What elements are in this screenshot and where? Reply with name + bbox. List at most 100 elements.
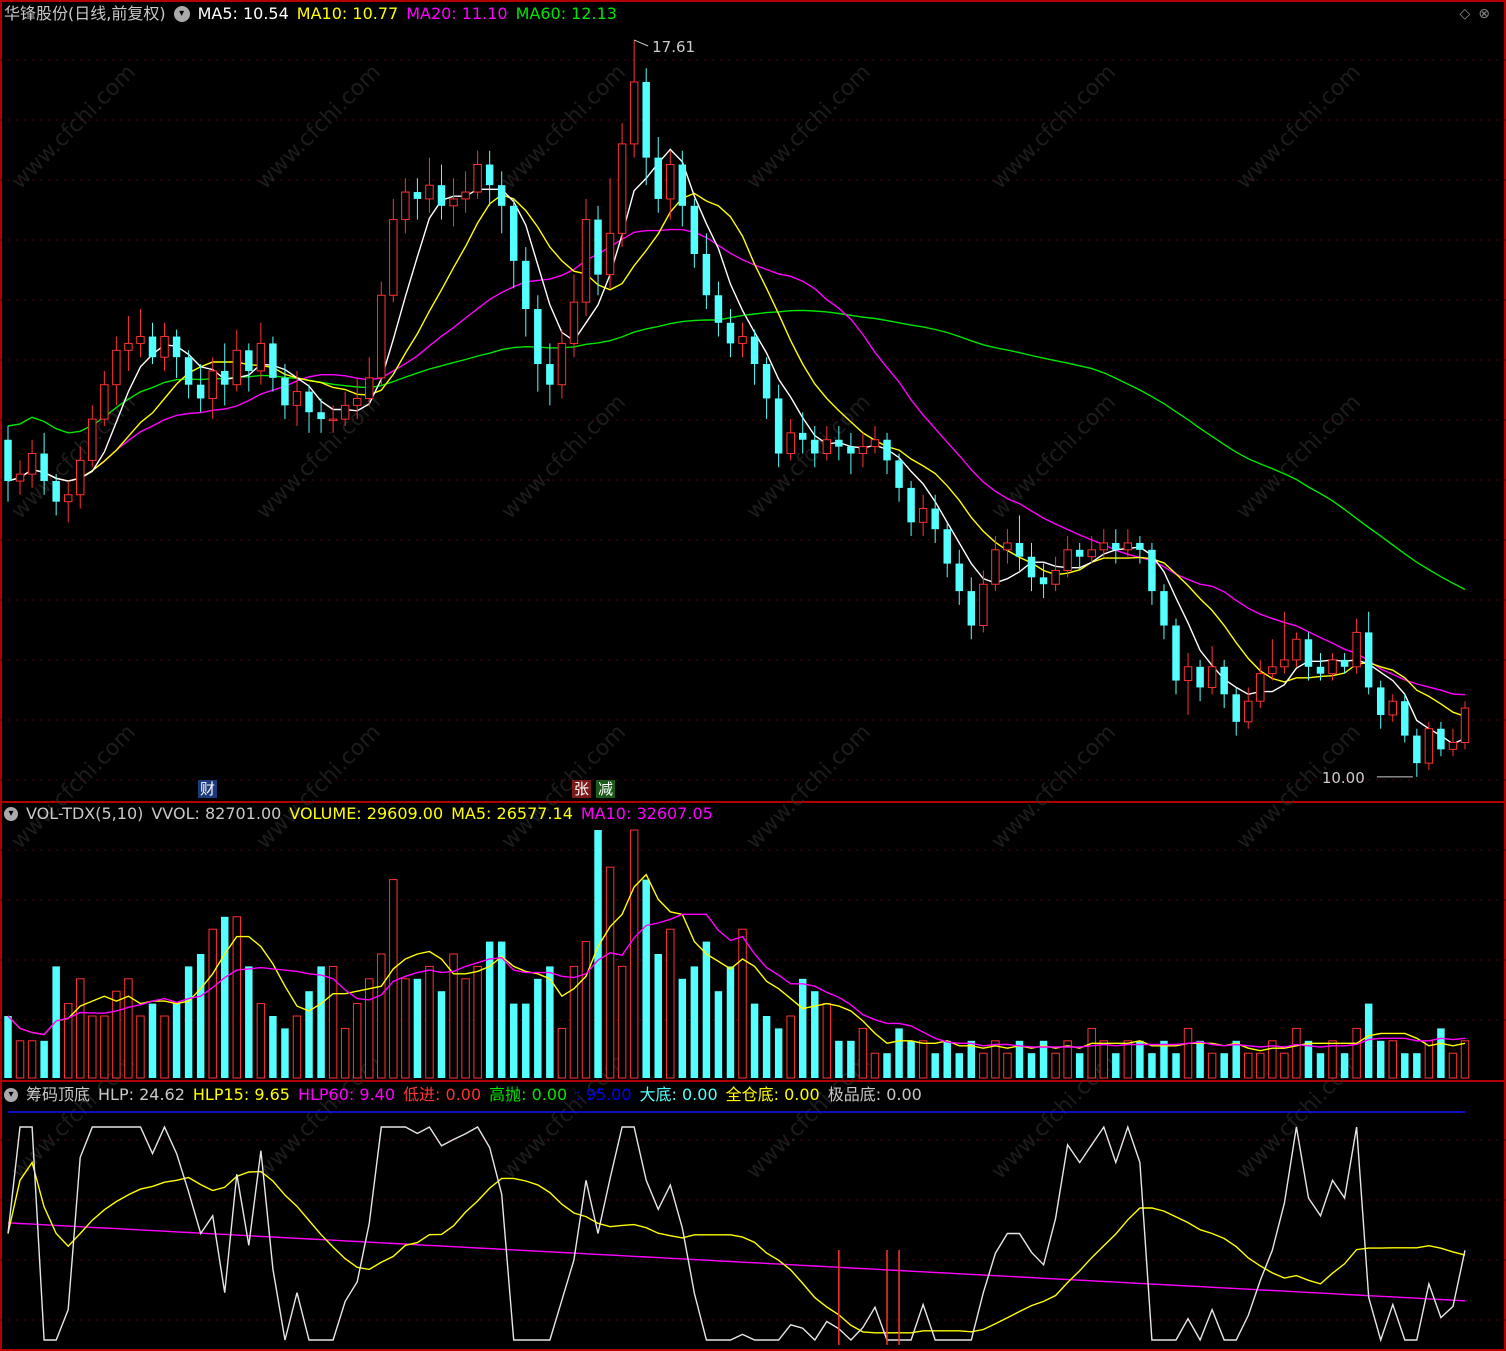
- main-header: 华锋股份(日线,前复权) ▾ MA5: 10.54 MA10: 10.77 MA…: [4, 3, 625, 25]
- candle-body-up: [1123, 542, 1133, 551]
- candle-body-down: [931, 508, 939, 530]
- vol-ma5-label: MA5: 26577.14: [451, 804, 573, 823]
- high-arrow: [633, 39, 649, 47]
- dijin-label: 低进: 0.00: [403, 1085, 482, 1104]
- watermark-text: www.cfchi.com: [252, 60, 386, 194]
- volume-bar-down: [714, 991, 723, 1078]
- settings-circle-icon[interactable]: ▾: [173, 6, 190, 22]
- candle-body-down: [184, 357, 193, 385]
- volume-bar-up: [377, 953, 386, 1079]
- candle-body-down: [594, 219, 602, 275]
- volume-bar-down: [835, 1040, 843, 1078]
- candle-body-down: [895, 460, 903, 488]
- volume-bar-up: [461, 978, 470, 1079]
- volume-bar-up: [473, 965, 482, 1079]
- stock-chart[interactable]: www.cfchi.com www.cfchi.com www.cfchi.com w…: [0, 0, 1506, 1351]
- candle-body-down: [1136, 542, 1144, 550]
- volume-bar-up: [617, 965, 627, 1079]
- volume-bar-down: [317, 966, 325, 1078]
- volume-bar-down: [750, 1003, 759, 1078]
- watermark-text: www.cfchi.com: [7, 60, 141, 194]
- candle-body-up: [256, 342, 266, 372]
- volume-bar-up: [100, 1015, 109, 1079]
- candle-body-up: [292, 391, 302, 406]
- candle-body-down: [798, 432, 807, 440]
- candle-body-down: [546, 364, 554, 385]
- volume-bar-down: [1027, 1053, 1036, 1078]
- volume-bar-up: [1460, 1040, 1470, 1079]
- candle-body-down: [534, 309, 542, 365]
- stock-title[interactable]: 华锋股份(日线,前复权): [4, 3, 166, 25]
- volume-bar-down: [281, 1028, 289, 1078]
- candle-body-up: [425, 184, 434, 200]
- candle-body-up: [581, 219, 591, 303]
- candle-body-up: [918, 508, 928, 523]
- candle-body-down: [1413, 735, 1421, 764]
- watermark-text: www.cfchi.com: [7, 720, 141, 854]
- candle-body-down: [485, 164, 494, 186]
- zhang-tag[interactable]: 张: [572, 780, 592, 798]
- candle-body-down: [437, 185, 446, 206]
- volume-bar-down: [1196, 1040, 1204, 1078]
- watermark-text: www.cfchi.com: [1232, 720, 1366, 854]
- watermark-text: www.cfchi.com: [497, 390, 631, 524]
- candle-body-down: [774, 398, 783, 454]
- volume-bar-down: [221, 916, 229, 1078]
- volume-bar-up: [63, 1003, 73, 1079]
- volume-bar-up: [1003, 1052, 1012, 1079]
- jian-tag[interactable]: 减: [596, 780, 616, 798]
- candle-body-up: [1183, 666, 1193, 682]
- candle-body-down: [497, 185, 506, 206]
- candle-body-up: [1003, 542, 1012, 551]
- volume-bar-up: [256, 1003, 266, 1079]
- candle-body-up: [1207, 666, 1217, 688]
- jipin-label: 极品底: 0.00: [827, 1085, 922, 1104]
- volume-bar-up: [136, 1015, 145, 1079]
- volume-bar-down: [1136, 1040, 1144, 1078]
- candle-body-up: [124, 342, 133, 351]
- candle-body-down: [1376, 687, 1385, 715]
- vvol-label: VVOL: 82701.00: [151, 804, 282, 823]
- candle-body-up: [1063, 549, 1072, 571]
- candle-body-down: [522, 260, 530, 310]
- volume-bar-up: [1099, 1040, 1108, 1079]
- window-controls[interactable]: ◇⊗: [1459, 6, 1498, 22]
- volume-bar-down: [184, 966, 193, 1078]
- diamond-icon[interactable]: ◇: [1459, 6, 1478, 22]
- candle-body-up: [605, 232, 615, 276]
- candle-body-up: [666, 164, 675, 200]
- volume-bar-down: [943, 1040, 951, 1078]
- watermark-text: www.cfchi.com: [1232, 390, 1366, 524]
- volume-bar-down: [485, 941, 494, 1078]
- candle-body-down: [690, 205, 699, 254]
- ma10-label: MA10: 10.77: [296, 4, 399, 23]
- close-icon[interactable]: ⊗: [1478, 6, 1498, 22]
- volume-bar-down: [726, 966, 735, 1078]
- volume-bar-up: [389, 879, 398, 1079]
- volume-bar-up: [292, 1015, 302, 1079]
- volume-bar-down: [1437, 1028, 1445, 1078]
- volume-bar-up: [1352, 1027, 1361, 1079]
- candle-body-down: [1039, 577, 1048, 585]
- volume-bar-up: [401, 978, 410, 1079]
- volume-bar-down: [52, 966, 60, 1078]
- ma20-label: MA20: 11.10: [406, 4, 508, 23]
- volume-settings-icon[interactable]: ▾: [4, 807, 18, 821]
- finance-tag[interactable]: 财: [198, 780, 218, 798]
- volume-bar-down: [1413, 1053, 1421, 1078]
- volume-bar-down: [1112, 1053, 1120, 1078]
- volume-bar-up: [15, 1040, 25, 1079]
- indicator-settings-icon[interactable]: ▾: [4, 1088, 18, 1102]
- candle-body-up: [870, 439, 880, 448]
- ma20-line: [7, 228, 1466, 696]
- volume-bar-up: [1256, 1052, 1265, 1079]
- candle-body-down: [967, 591, 976, 626]
- hlp15-label: HLP15: 9.65: [192, 1085, 290, 1104]
- vol-name[interactable]: VOL-TDX(5,10): [26, 803, 143, 825]
- candle-body-down: [1027, 556, 1036, 578]
- candle-body-up: [15, 473, 25, 482]
- volume-bar-down: [40, 1040, 48, 1078]
- volume-bar-down: [895, 1028, 903, 1078]
- ind-name[interactable]: 筹码顶底: [26, 1084, 90, 1106]
- candle-body-down: [943, 529, 951, 564]
